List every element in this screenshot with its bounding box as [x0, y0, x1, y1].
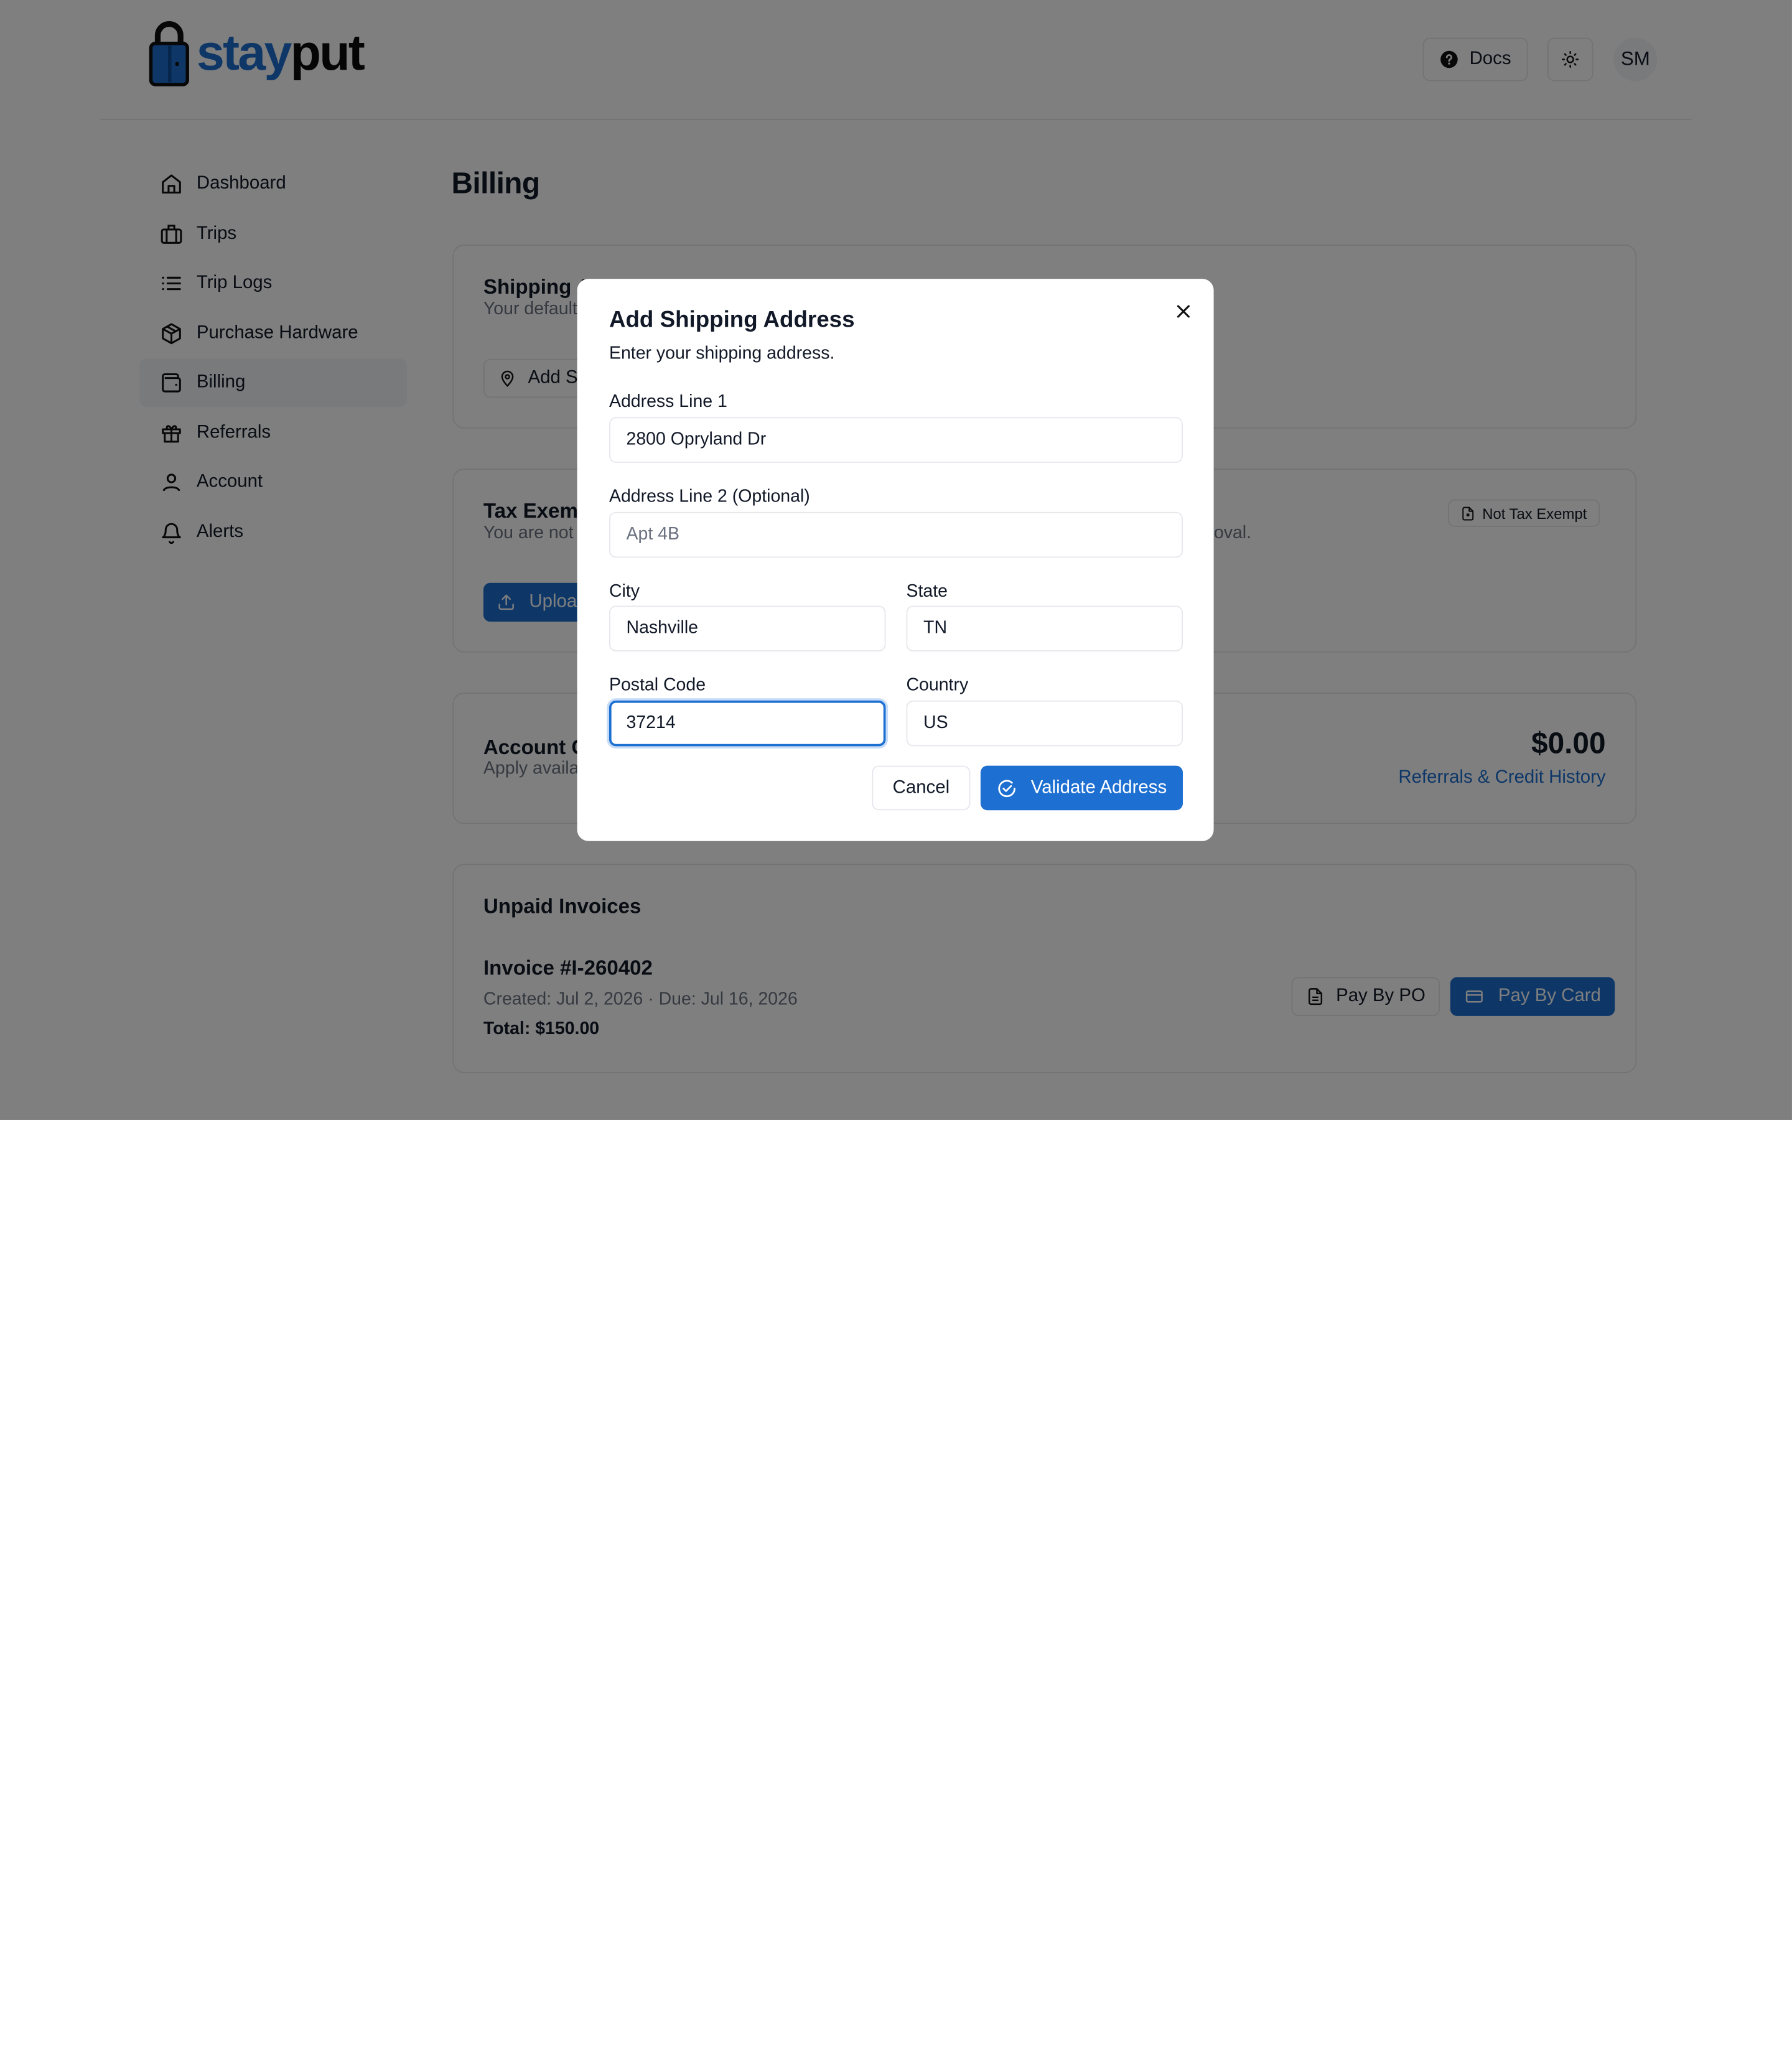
country-label: Country	[906, 675, 969, 695]
address-line-1-label: Address Line 1	[609, 391, 727, 412]
close-dialog-button[interactable]	[1172, 299, 1195, 322]
state-label: State	[906, 581, 948, 602]
button-label: Cancel	[892, 777, 950, 798]
close-icon	[1176, 304, 1190, 317]
check-circle-icon	[998, 779, 1015, 797]
city-label: City	[609, 581, 640, 602]
address-line-2-label: Address Line 2 (Optional)	[609, 487, 810, 506]
add-shipping-address-dialog: Add Shipping Address Enter your shipping…	[577, 279, 1214, 841]
button-label: Validate Address	[1030, 777, 1167, 798]
cancel-button[interactable]: Cancel	[872, 765, 971, 811]
postal-code-label: Postal Code	[609, 675, 706, 695]
dialog-subtitle: Enter your shipping address.	[609, 343, 835, 364]
city-input[interactable]	[609, 605, 886, 651]
dialog-title: Add Shipping Address	[609, 307, 855, 333]
state-input[interactable]	[906, 605, 1183, 651]
address-line-1-input[interactable]	[609, 417, 1183, 463]
country-input[interactable]	[906, 700, 1183, 747]
address-line-2-input[interactable]	[609, 511, 1183, 558]
validate-address-button[interactable]: Validate Address	[980, 765, 1183, 811]
postal-code-input[interactable]	[609, 700, 886, 747]
